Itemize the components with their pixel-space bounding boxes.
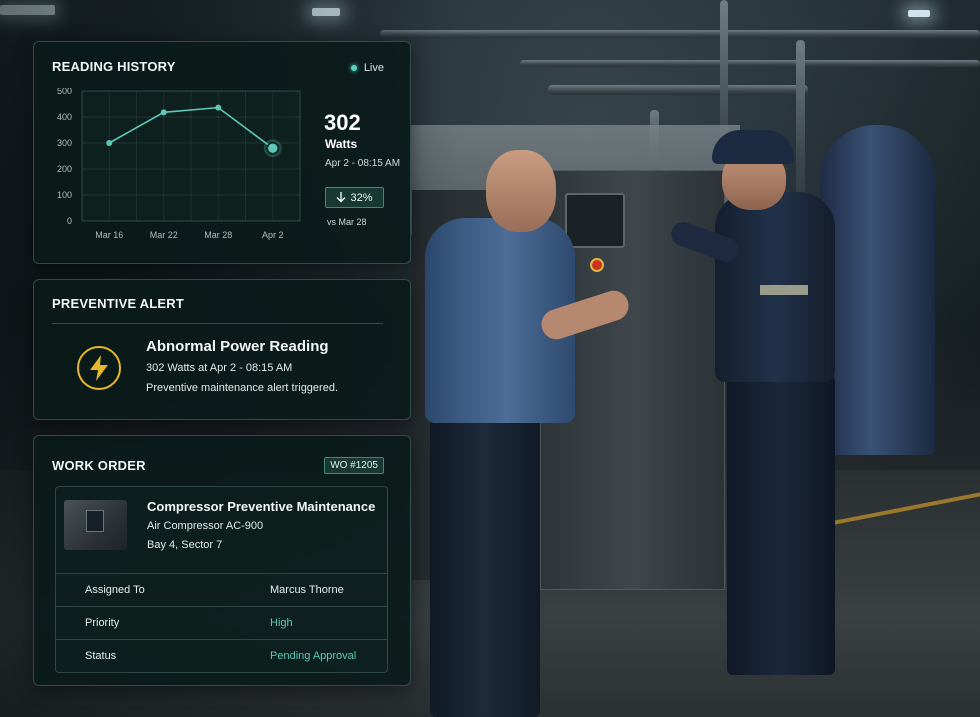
arrow-down-icon [336,192,346,203]
machine-control-panel [565,193,625,248]
assigned-to-label: Assigned To [85,584,145,596]
work-order-asset-title: Compressor Preventive Maintenance [147,499,376,514]
pipe [380,30,980,38]
table-row: Status Pending Approval [56,639,387,672]
priority-value: High [270,617,293,629]
y-tick-label: 400 [57,112,72,122]
y-tick-label: 200 [57,164,72,174]
pipe [520,60,980,67]
work-order-asset-name: Air Compressor AC-900 [147,520,264,532]
technician-2-legs [727,375,835,675]
work-order-card: WORK ORDER WO #1205 Compressor Preventiv… [33,435,411,686]
ceiling-light [908,10,930,17]
reflective-stripe [760,285,808,295]
data-point [266,141,279,155]
reading-chart: 0 100 200 300 400 500 Mar 16 Mar 22 Mar 28 Apr 2 [52,88,302,248]
technician-2-cap [712,130,794,164]
assigned-to-value: Marcus Thorne [270,584,344,596]
work-order-number-badge[interactable]: WO #1205 [324,457,384,474]
priority-label: Priority [85,617,120,629]
data-point [160,109,167,116]
technician-1-head [486,150,556,232]
emergency-stop-button [590,258,604,272]
compressor-thumbnail [64,500,127,550]
x-tick-label: Mar 16 [95,230,123,240]
change-badge: 32% [325,187,384,208]
x-tick-label: Apr 2 [262,230,284,240]
current-reading-unit: Watts [325,137,358,151]
live-label: Live [363,62,384,74]
change-percent: 32% [350,191,373,204]
y-tick-label: 100 [57,190,72,200]
preventive-alert-title: PREVENTIVE ALERT [52,296,185,311]
table-row: Assigned To Marcus Thorne [56,573,387,606]
table-row: Priority High [56,606,387,639]
work-order-details[interactable]: Compressor Preventive Maintenance Air Co… [55,486,388,673]
data-point [215,104,222,111]
status-label: Status [85,650,117,662]
storage-tank [820,125,935,455]
preventive-alert-card: PREVENTIVE ALERT Abnormal Power Reading … [33,279,411,420]
alert-detail: 302 Watts at Apr 2 - 08:15 AM [146,362,293,374]
lightning-bolt-glyph [90,355,108,381]
reading-history-card: READING HISTORY Live 0 100 200 300 400 500 Mar… [33,41,411,264]
x-tick-label: Mar 28 [204,230,232,240]
current-reading-timestamp: Apr 2 - 08:15 AM [325,158,401,169]
reading-chart-svg: 0 100 200 300 400 500 Mar 16 Mar 22 Mar 28 Apr 2 [57,88,301,240]
x-tick-label: Mar 22 [150,230,178,240]
live-dot-icon [350,65,357,71]
change-reference: vs Mar 28 [327,217,367,227]
status-value: Pending Approval [270,650,357,662]
y-tick-label: 300 [57,138,72,148]
alert-message: Preventive maintenance alert triggered. [146,382,338,394]
reading-history-title: READING HISTORY [52,59,176,74]
live-indicator: Live [350,62,384,74]
data-point [106,140,113,146]
pipe [548,85,808,95]
current-reading-value: 302 [324,110,361,135]
lightning-bolt-icon [77,346,121,390]
y-tick-label: 0 [67,216,72,226]
divider [52,323,383,324]
work-order-location: Bay 4, Sector 7 [147,539,223,551]
alert-heading: Abnormal Power Reading [146,338,329,355]
work-order-title: WORK ORDER [52,458,146,473]
y-tick-label: 500 [57,88,72,96]
